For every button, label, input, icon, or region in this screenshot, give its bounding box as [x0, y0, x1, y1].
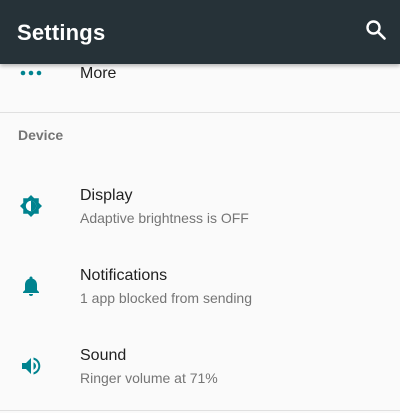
settings-item-summary: Adaptive brightness is OFF [80, 210, 249, 226]
app-bar: Settings [0, 0, 400, 64]
more-horiz-icon [20, 70, 42, 76]
bottom-divider [0, 410, 400, 411]
page-title: Settings [17, 20, 106, 45]
settings-item-label: More [80, 65, 117, 82]
category-header-device: Device [18, 127, 64, 143]
settings-item-title: Notifications [80, 267, 168, 284]
settings-item-title: Display [80, 187, 133, 204]
settings-item-more[interactable]: More [0, 64, 400, 112]
settings-item-sound[interactable]: Sound Ringer volume at 71% [0, 326, 400, 406]
settings-item-summary: 1 app blocked from sending [80, 290, 252, 306]
section-divider [0, 112, 400, 113]
search-button[interactable] [364, 18, 388, 42]
settings-item-title: Sound [80, 347, 127, 364]
brightness-icon [20, 195, 42, 217]
settings-item-notifications[interactable]: Notifications 1 app blocked from sending [0, 246, 400, 326]
settings-item-summary: Ringer volume at 71% [80, 370, 218, 386]
search-icon [366, 20, 386, 40]
bell-icon [23, 276, 39, 296]
volume-icon [22, 357, 41, 375]
settings-item-display[interactable]: Display Adaptive brightness is OFF [0, 166, 400, 246]
